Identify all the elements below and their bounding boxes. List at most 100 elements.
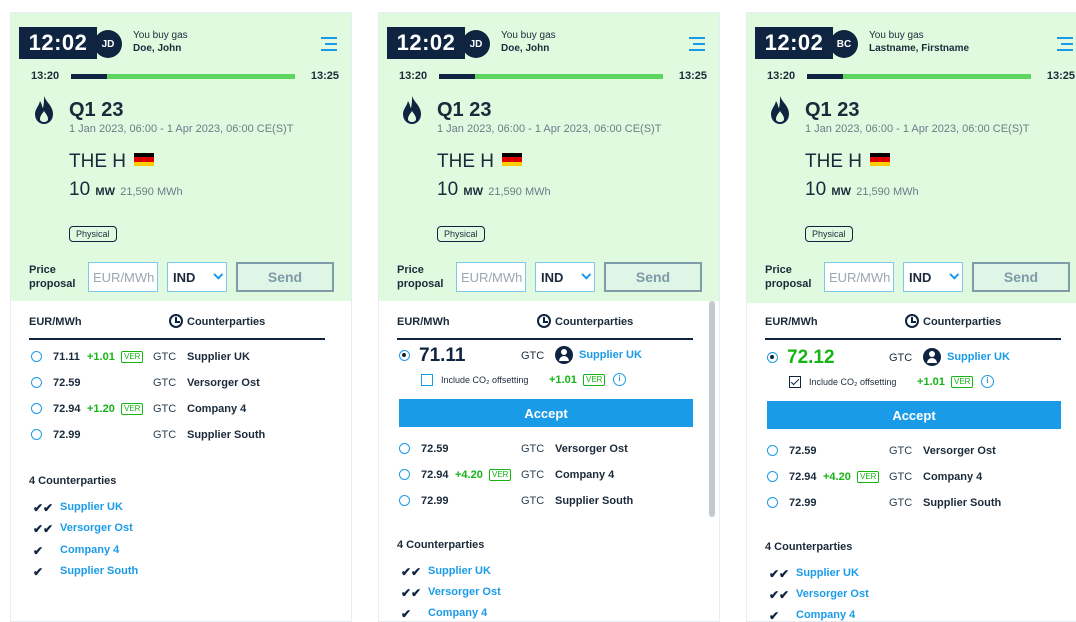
info-icon[interactable]: i <box>613 373 626 386</box>
user-info: You buy gas Lastname, Firstname <box>869 29 969 55</box>
counterparty-name: Company 4 <box>428 607 488 619</box>
flame-icon <box>403 96 421 124</box>
radio-button[interactable] <box>767 445 778 456</box>
table-row[interactable]: 72.99 GTC Supplier South <box>765 495 1065 515</box>
selected-row[interactable]: 71.11 GTC Supplier UK <box>397 344 697 370</box>
co2-offset-option[interactable]: Include CO₂ offsetting +1.01 VER i <box>421 373 701 389</box>
double-check-icon: ✔✔ <box>769 567 790 581</box>
delivery-period: 1 Jan 2023, 06:00 - 1 Apr 2023, 06:00 CE… <box>69 123 294 135</box>
send-button[interactable]: Send <box>236 262 334 292</box>
row-gtc: GTC <box>153 403 177 415</box>
row-price: 72.94 <box>421 469 449 481</box>
delivery-period: 1 Jan 2023, 06:00 - 1 Apr 2023, 06:00 CE… <box>437 123 662 135</box>
double-check-icon: ✔✔ <box>401 565 422 579</box>
radio-button[interactable] <box>767 471 778 482</box>
table-row[interactable]: 72.94 +4.20 VER GTC Company 4 <box>765 469 1065 489</box>
send-button[interactable]: Send <box>972 262 1070 292</box>
avatar[interactable]: JD <box>462 30 490 58</box>
co2-checkbox-checked[interactable] <box>789 376 801 388</box>
radio-button-selected[interactable] <box>767 352 778 363</box>
send-button[interactable]: Send <box>604 262 702 292</box>
row-counterparty: Company 4 <box>555 469 615 481</box>
col-counterparties: Counterparties <box>923 316 1002 328</box>
table-row[interactable]: 72.99 GTC Supplier South <box>397 493 697 513</box>
index-select[interactable]: IND <box>903 262 963 292</box>
radio-button[interactable] <box>31 351 42 362</box>
radio-button[interactable] <box>399 495 410 506</box>
radio-button[interactable] <box>399 469 410 480</box>
col-price: EUR/MWh <box>765 316 818 328</box>
time-progress-bar <box>807 74 1031 79</box>
counterparty-name: Versorger Ost <box>60 522 133 534</box>
price-label-line2: proposal <box>765 278 812 290</box>
table-row[interactable]: 72.94 +4.20 VER GTC Company 4 <box>397 467 697 487</box>
counterparties-heading: 4 Counterparties <box>765 541 853 553</box>
row-price: 72.59 <box>53 377 81 389</box>
row-counterparty: Company 4 <box>187 403 247 415</box>
info-icon[interactable]: i <box>981 375 994 388</box>
counterparty-name: Company 4 <box>796 609 856 621</box>
user-name: Lastname, Firstname <box>869 43 970 54</box>
co2-offset-option[interactable]: Include CO₂ offsetting +1.01 VER i <box>789 375 1069 391</box>
selected-price: 71.11 <box>419 345 466 366</box>
counterparty-name: Supplier South <box>60 565 139 577</box>
price-input[interactable]: EUR/MWh <box>824 262 894 292</box>
menu-icon[interactable] <box>321 37 337 51</box>
row-counterparty: Versorger Ost <box>187 377 260 389</box>
ver-badge: VER <box>489 469 512 481</box>
selected-row[interactable]: 72.12 GTC Supplier UK <box>765 346 1065 372</box>
table-row[interactable]: 72.59 GTC Versorger Ost <box>29 375 329 395</box>
table-row[interactable]: 72.59 GTC Versorger Ost <box>765 443 1065 463</box>
radio-button[interactable] <box>31 429 42 440</box>
row-counterparty: Supplier UK <box>187 351 250 363</box>
physical-tag: Physical <box>437 226 485 242</box>
counterparty-name: Supplier UK <box>60 501 123 513</box>
user-name: Doe, John <box>133 43 182 54</box>
user-circle-icon <box>923 348 941 366</box>
hub-name: THE H <box>805 151 862 172</box>
price-input[interactable]: EUR/MWh <box>88 262 158 292</box>
hub-name: THE H <box>437 151 494 172</box>
row-gtc: GTC <box>889 445 913 457</box>
menu-icon[interactable] <box>689 37 705 51</box>
ver-badge: VER <box>857 471 880 483</box>
avatar[interactable]: JD <box>94 30 122 58</box>
chevron-down-icon <box>949 269 960 280</box>
row-counterparty: Company 4 <box>923 471 983 483</box>
row-gtc: GTC <box>153 351 177 363</box>
radio-button-selected[interactable] <box>399 350 410 361</box>
table-row[interactable]: 72.59 GTC Versorger Ost <box>397 441 697 461</box>
radio-button[interactable] <box>399 443 410 454</box>
time-progress-bar <box>439 74 663 79</box>
quantity-mwh: 21,590 MWh <box>488 186 551 198</box>
row-gtc: GTC <box>889 352 913 364</box>
co2-delta: +1.01 <box>917 376 945 388</box>
radio-button[interactable] <box>31 403 42 414</box>
panel-header: 12:02 JD You buy gas Doe, John 13:20 13:… <box>11 13 351 301</box>
product-title: Q1 23 <box>69 99 124 121</box>
co2-checkbox[interactable] <box>421 374 433 386</box>
product-title: Q1 23 <box>437 99 492 121</box>
radio-button[interactable] <box>31 377 42 388</box>
trade-panel-2: 12:02 JD You buy gas Doe, John 13:20 13:… <box>378 12 720 622</box>
counterparties-heading: 4 Counterparties <box>397 539 485 551</box>
avatar[interactable]: BC <box>830 30 858 58</box>
table-row[interactable]: 72.99 GTC Supplier South <box>29 427 329 447</box>
accept-button[interactable]: Accept <box>767 401 1061 429</box>
radio-button[interactable] <box>767 497 778 508</box>
row-price: 71.11 <box>53 351 80 363</box>
menu-icon[interactable] <box>1057 37 1073 51</box>
price-input[interactable]: EUR/MWh <box>456 262 526 292</box>
row-delta: +1.01 <box>87 351 115 363</box>
row-price: 72.99 <box>789 497 817 509</box>
table-row[interactable]: 71.11 +1.01 VER GTC Supplier UK <box>29 349 329 369</box>
index-select[interactable]: IND <box>535 262 595 292</box>
row-delta: +1.20 <box>87 403 115 415</box>
accept-button[interactable]: Accept <box>399 399 693 427</box>
table-row[interactable]: 72.94 +1.20 VER GTC Company 4 <box>29 401 329 421</box>
germany-flag-icon <box>870 153 890 166</box>
scrollbar[interactable] <box>709 301 715 517</box>
row-price: 72.94 <box>789 471 817 483</box>
index-select[interactable]: IND <box>167 262 227 292</box>
time-start: 13:20 <box>399 70 428 82</box>
